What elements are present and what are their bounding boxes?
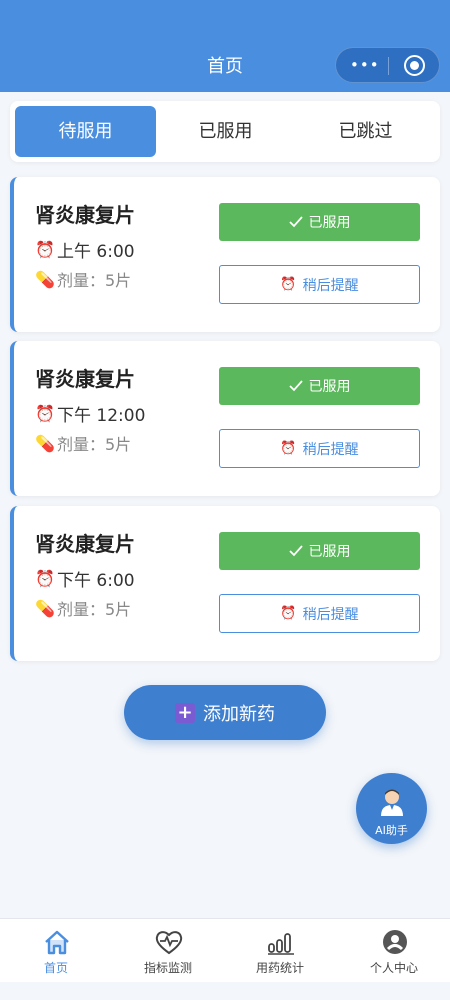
medication-dose: 剂量：5片 xyxy=(57,435,132,454)
remind-later-label: 稍后提醒 xyxy=(302,606,359,623)
bottom-safe-area xyxy=(0,982,450,1000)
alarm-clock-icon: ⏰ xyxy=(35,240,55,259)
medication-time: 下午 12:00 xyxy=(57,406,146,426)
time-row: ⏰ 上午 6:00 xyxy=(35,237,135,262)
pill-icon: 💊 xyxy=(35,433,55,453)
remind-later-button[interactable]: ⏰ 稍后提醒 xyxy=(219,429,420,468)
alarm-clock-icon: ⏰ xyxy=(35,569,55,588)
user-icon xyxy=(383,930,407,954)
pill-icon: 💊 xyxy=(35,269,55,289)
dose-row: 💊 剂量：5片 xyxy=(35,431,131,455)
alarm-clock-icon: ⏰ xyxy=(280,277,297,292)
alarm-clock-icon: ⏰ xyxy=(280,606,297,621)
alarm-clock-icon: ⏰ xyxy=(35,404,55,423)
alarm-clock-icon: ⏰ xyxy=(280,441,297,456)
remind-later-button[interactable]: ⏰ 稍后提醒 xyxy=(219,594,420,633)
pill-icon: 💊 xyxy=(35,598,55,618)
medication-name: 肾炎康复片 xyxy=(35,203,135,227)
doctor-avatar-icon xyxy=(381,789,403,816)
mark-taken-label: 已服用 xyxy=(308,379,351,395)
medication-dose: 剂量：5片 xyxy=(57,600,132,619)
medication-card: 肾炎康复片 ⏰ 下午 6:00 💊 剂量：5片 已服用 ⏰ 稍后提醒 xyxy=(10,506,440,661)
more-options-button[interactable]: ••• xyxy=(350,56,379,74)
nav-home-label: 首页 xyxy=(43,961,68,975)
plus-icon: + xyxy=(175,702,195,723)
ai-assistant-button[interactable]: AI助手 xyxy=(356,773,427,844)
mark-taken-label: 已服用 xyxy=(308,544,351,560)
status-tabs: 待服用 已服用 已跳过 xyxy=(10,101,440,162)
medication-name: 肾炎康复片 xyxy=(35,532,135,556)
mark-taken-button[interactable]: 已服用 xyxy=(219,203,420,241)
medication-time: 下午 6:00 xyxy=(57,571,135,591)
mark-taken-label: 已服用 xyxy=(308,215,351,231)
tab-skipped[interactable]: 已跳过 xyxy=(295,106,436,157)
tab-taken[interactable]: 已服用 xyxy=(155,106,296,157)
mark-taken-button[interactable]: 已服用 xyxy=(219,367,420,405)
dose-row: 💊 剂量：5片 xyxy=(35,596,131,620)
medication-card: 肾炎康复片 ⏰ 下午 12:00 💊 剂量：5片 已服用 ⏰ 稍后提醒 xyxy=(10,341,440,496)
add-medication-label: 添加新药 xyxy=(203,703,275,725)
nav-medication-stats[interactable]: 用药统计 xyxy=(224,919,336,983)
tab-pending[interactable]: 待服用 xyxy=(15,106,156,157)
remind-later-button[interactable]: ⏰ 稍后提醒 xyxy=(219,265,420,304)
top-bar: 首页 ••• xyxy=(0,0,450,92)
add-medication-button[interactable]: + 添加新药 xyxy=(124,685,326,740)
mark-taken-button[interactable]: 已服用 xyxy=(219,532,420,570)
check-icon xyxy=(288,380,303,392)
close-target-button[interactable] xyxy=(404,55,425,76)
nav-medication-stats-label: 用药统计 xyxy=(255,961,304,975)
dose-row: 💊 剂量：5片 xyxy=(35,267,131,291)
heart-pulse-icon xyxy=(155,931,183,955)
remind-later-label: 稍后提醒 xyxy=(302,277,359,294)
medication-name: 肾炎康复片 xyxy=(35,367,135,391)
bar-chart-icon xyxy=(268,933,294,955)
ai-assistant-label: AI助手 xyxy=(375,824,408,837)
medication-card: 肾炎康复片 ⏰ 上午 6:00 💊 剂量：5片 已服用 ⏰ 稍后提醒 xyxy=(10,177,440,332)
nav-home[interactable]: 首页 xyxy=(0,919,112,983)
capsule-divider xyxy=(388,57,389,75)
home-icon xyxy=(45,930,69,955)
medication-dose: 剂量：5片 xyxy=(57,271,132,290)
bottom-nav: 首页 指标监测 用药统计 个人中心 xyxy=(0,918,450,982)
time-row: ⏰ 下午 6:00 xyxy=(35,566,135,591)
check-icon xyxy=(288,216,303,228)
nav-indicator-monitoring[interactable]: 指标监测 xyxy=(112,919,224,983)
nav-profile-label: 个人中心 xyxy=(369,961,418,975)
medication-time: 上午 6:00 xyxy=(57,242,135,262)
remind-later-label: 稍后提醒 xyxy=(302,441,359,458)
nav-profile[interactable]: 个人中心 xyxy=(338,919,450,983)
time-row: ⏰ 下午 12:00 xyxy=(35,401,145,426)
nav-indicator-monitoring-label: 指标监测 xyxy=(143,961,192,975)
mini-program-capsule: ••• xyxy=(335,47,440,83)
check-icon xyxy=(288,545,303,557)
